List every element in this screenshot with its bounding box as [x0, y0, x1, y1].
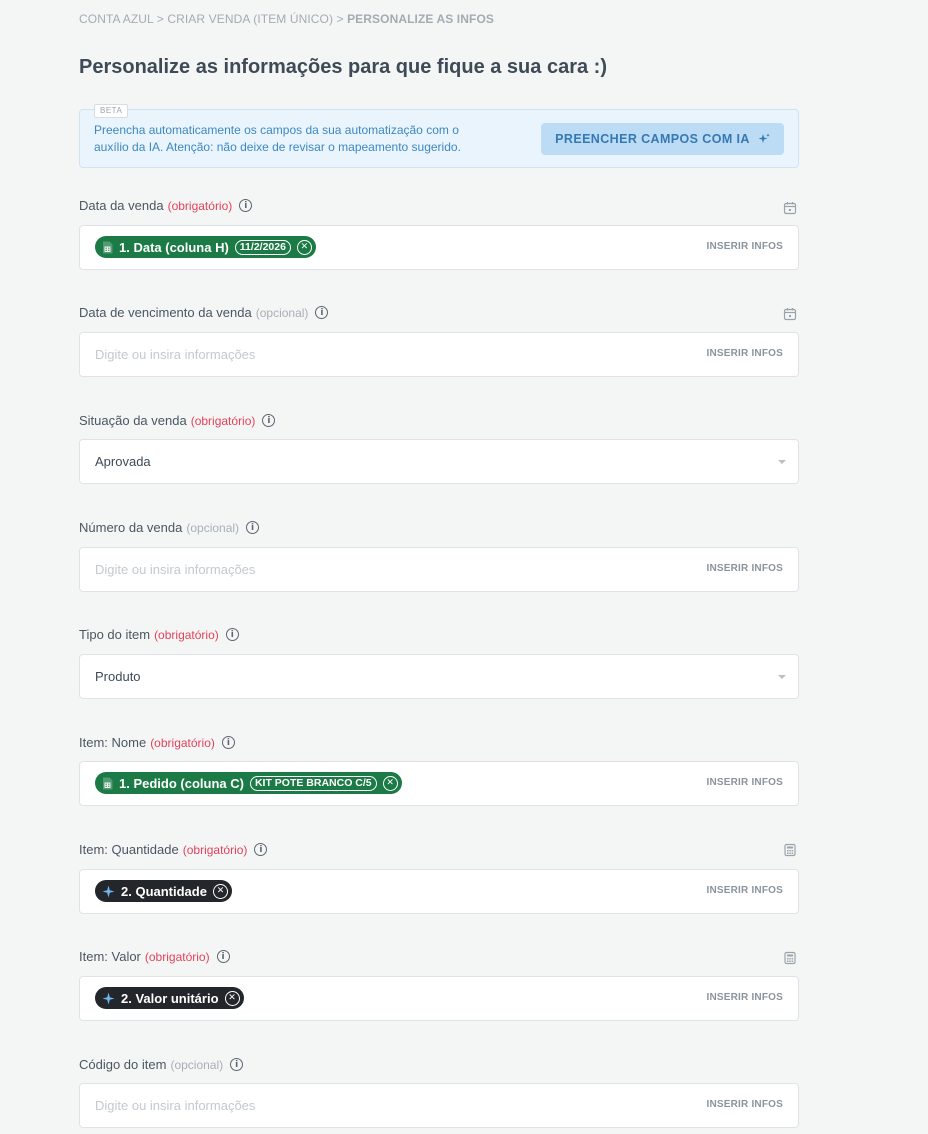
breadcrumb: CONTA AZUL > CRIAR VENDA (ITEM ÚNICO) > … — [79, 12, 494, 26]
variable-chip[interactable]: 1. Pedido (coluna C) KIT POTE BRANCO C/5… — [95, 772, 402, 794]
field-placeholder: Digite ou insira informações — [95, 347, 256, 362]
field-data-venda[interactable]: 1. Data (coluna H) 11/2/2026 ✕ INSERIR I… — [79, 225, 799, 270]
required-tag: (obrigatório) — [167, 198, 233, 213]
insert-infos-button[interactable]: INSERIR INFOS — [707, 563, 784, 574]
field-label-text: Tipo do item — [79, 627, 151, 642]
calendar-icon[interactable] — [783, 307, 797, 321]
select-value: Produto — [95, 669, 141, 684]
field-label-text: Data de vencimento da venda — [79, 305, 252, 320]
sparkle-icon — [758, 133, 770, 143]
info-icon[interactable]: i — [262, 414, 276, 427]
field-label-data-vencimento: Data de vencimento da venda (opcional) i — [79, 305, 329, 320]
field-label-text: Situação da venda — [79, 413, 187, 428]
field-label-data-venda: Data da venda (obrigatório) i — [79, 198, 253, 213]
info-icon[interactable]: i — [254, 843, 268, 856]
ai-sparkle-icon — [102, 992, 115, 1004]
info-icon[interactable]: i — [239, 199, 253, 212]
breadcrumb-item-criar-venda[interactable]: CRIAR VENDA (ITEM ÚNICO) — [167, 12, 333, 26]
breadcrumb-item-current: PERSONALIZE AS INFOS — [347, 12, 494, 26]
field-label-item-valor: Item: Valor (obrigatório) i — [79, 949, 230, 964]
breadcrumb-item-conta-azul[interactable]: CONTA AZUL — [79, 12, 153, 26]
insert-infos-button[interactable]: INSERIR INFOS — [707, 348, 784, 359]
field-label-text: Item: Valor — [79, 949, 141, 964]
field-placeholder: Digite ou insira informações — [95, 562, 256, 577]
variable-chip[interactable]: 2. Valor unitário ✕ — [95, 987, 244, 1009]
field-label-item-quantidade: Item: Quantidade (obrigatório) i — [79, 842, 268, 857]
field-label-situacao-venda: Situação da venda (obrigatório) i — [79, 413, 276, 428]
chip-sample-value: 11/2/2026 — [234, 239, 291, 255]
insert-infos-button[interactable]: INSERIR INFOS — [707, 777, 784, 788]
page-title: Personalize as informações para que fiqu… — [79, 56, 607, 78]
chip-label: 2. Quantidade — [121, 883, 207, 899]
remove-chip-icon[interactable]: ✕ — [382, 775, 398, 791]
ai-fill-button-label: PREENCHER CAMPOS COM IA — [555, 132, 750, 146]
breadcrumb-separator: > — [336, 12, 344, 26]
chip-label: 2. Valor unitário — [121, 990, 219, 1006]
optional-tag: (opcional) — [186, 520, 240, 535]
chevron-down-icon — [778, 460, 786, 464]
info-icon[interactable]: i — [216, 950, 230, 963]
ai-fill-banner: BETA Preencha automaticamente os campos … — [79, 104, 799, 168]
chip-label: 1. Data (coluna H) — [119, 239, 229, 255]
field-label-tipo-item: Tipo do item (obrigatório) i — [79, 627, 239, 642]
insert-infos-button[interactable]: INSERIR INFOS — [707, 1099, 784, 1110]
insert-infos-button[interactable]: INSERIR INFOS — [707, 992, 784, 1003]
remove-chip-icon[interactable]: ✕ — [224, 990, 240, 1006]
select-tipo-item[interactable]: Produto — [79, 654, 799, 699]
info-icon[interactable]: i — [246, 521, 260, 534]
required-tag: (obrigatório) — [190, 413, 256, 428]
optional-tag: (opcional) — [255, 305, 309, 320]
field-label-codigo-item: Código do item (opcional) i — [79, 1057, 244, 1072]
remove-chip-icon[interactable]: ✕ — [212, 883, 228, 899]
insert-infos-button[interactable]: INSERIR INFOS — [707, 241, 784, 252]
info-icon[interactable]: i — [221, 736, 235, 749]
calculator-icon[interactable] — [783, 843, 797, 857]
beta-badge: BETA — [94, 104, 129, 118]
ai-fill-button[interactable]: PREENCHER CAMPOS COM IA — [541, 123, 784, 155]
field-item-quantidade[interactable]: 2. Quantidade ✕ INSERIR INFOS — [79, 869, 799, 914]
chip-label: 1. Pedido (coluna C) — [119, 775, 244, 791]
field-label-text: Data da venda — [79, 198, 164, 213]
variable-chip[interactable]: 2. Quantidade ✕ — [95, 880, 232, 902]
field-data-vencimento[interactable]: Digite ou insira informações INSERIR INF… — [79, 332, 799, 377]
field-label-text: Item: Quantidade — [79, 842, 179, 857]
required-tag: (obrigatório) — [150, 735, 215, 750]
field-label-text: Item: Nome — [79, 735, 147, 750]
remove-chip-icon[interactable]: ✕ — [296, 239, 312, 255]
calendar-icon[interactable] — [783, 201, 797, 215]
field-numero-venda[interactable]: Digite ou insira informações INSERIR INF… — [79, 547, 799, 592]
field-label-text: Número da venda — [79, 520, 183, 535]
chevron-down-icon — [778, 675, 786, 679]
field-placeholder: Digite ou insira informações — [95, 1098, 256, 1113]
info-icon[interactable]: i — [225, 628, 239, 641]
field-label-text: Código do item — [79, 1057, 167, 1072]
field-label-item-nome: Item: Nome (obrigatório) i — [79, 735, 235, 750]
ai-fill-description: Preencha automaticamente os campos da su… — [94, 123, 461, 154]
field-label-numero-venda: Número da venda (opcional) i — [79, 520, 260, 535]
optional-tag: (opcional) — [170, 1057, 224, 1072]
insert-infos-button[interactable]: INSERIR INFOS — [707, 885, 784, 896]
field-codigo-item[interactable]: Digite ou insira informações INSERIR INF… — [79, 1083, 799, 1128]
required-tag: (obrigatório) — [154, 627, 219, 642]
required-tag: (obrigatório) — [144, 949, 210, 964]
select-situacao-venda[interactable]: Aprovada — [79, 439, 799, 484]
breadcrumb-separator: > — [156, 12, 164, 26]
required-tag: (obrigatório) — [182, 842, 248, 857]
calculator-icon[interactable] — [783, 951, 797, 965]
field-item-valor[interactable]: 2. Valor unitário ✕ INSERIR INFOS — [79, 976, 799, 1021]
info-icon[interactable]: i — [315, 306, 329, 319]
spreadsheet-icon — [103, 241, 113, 253]
field-item-nome[interactable]: 1. Pedido (coluna C) KIT POTE BRANCO C/5… — [79, 761, 799, 806]
ai-sparkle-icon — [102, 885, 115, 897]
spreadsheet-icon — [103, 777, 113, 789]
select-value: Aprovada — [95, 454, 151, 469]
info-icon[interactable]: i — [230, 1058, 244, 1071]
variable-chip[interactable]: 1. Data (coluna H) 11/2/2026 ✕ — [95, 236, 316, 258]
chip-sample-value: KIT POTE BRANCO C/5 — [249, 775, 377, 791]
